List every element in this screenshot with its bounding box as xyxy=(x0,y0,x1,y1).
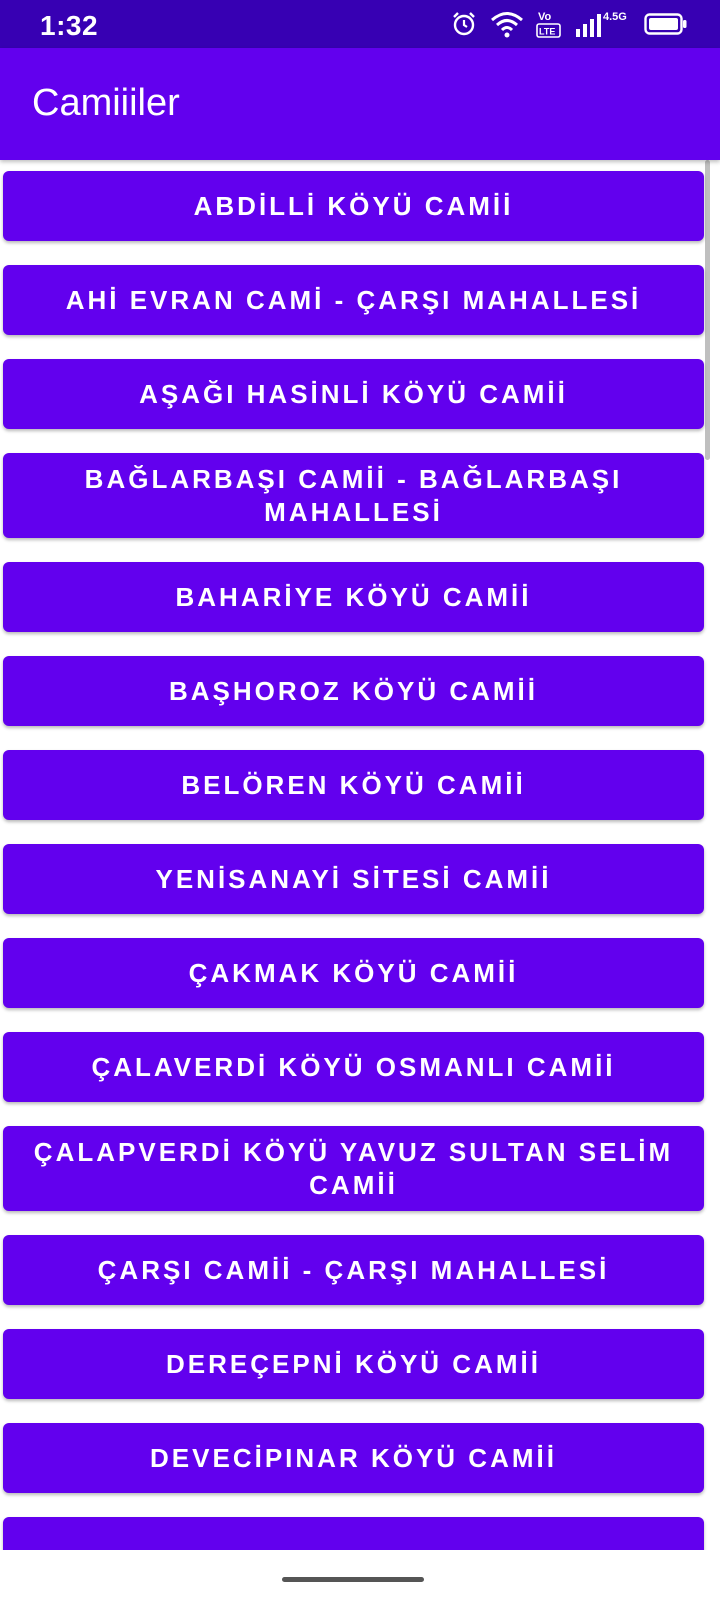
mosque-button[interactable]: YENİSANAYİ SİTESİ CAMİİ xyxy=(3,844,704,914)
svg-text:LTE: LTE xyxy=(539,27,555,37)
mosque-button-label: BAŞHOROZ KÖYÜ CAMİİ xyxy=(169,675,538,706)
mosque-button-label: ÇAKMAK KÖYÜ CAMİİ xyxy=(188,957,519,988)
mosque-button[interactable]: ABDİLLİ KÖYÜ CAMİİ xyxy=(3,171,704,241)
navigation-bar xyxy=(0,1550,720,1600)
scrollbar[interactable] xyxy=(705,160,710,460)
mosque-button[interactable]: ÇALAVERDİ KÖYÜ OSMANLI CAMİİ xyxy=(3,1032,704,1102)
mosque-button[interactable]: AŞAĞI HASİNLİ KÖYÜ CAMİİ xyxy=(3,359,704,429)
mosque-button[interactable]: DEVECİPINAR KÖYÜ CAMİİ xyxy=(3,1423,704,1493)
mosque-button-label: ÇARŞI CAMİİ - ÇARŞI MAHALLESİ xyxy=(97,1254,610,1285)
mosque-button[interactable]: ÇARŞI CAMİİ - ÇARŞI MAHALLESİ xyxy=(3,1235,704,1305)
mosque-list[interactable]: ABDİLLİ KÖYÜ CAMİİ AHİ EVRAN CAMİ - ÇARŞI… xyxy=(0,160,720,1550)
mosque-button-label: DEREÇEPNİ KÖYÜ CAMİİ xyxy=(166,1348,541,1379)
status-icons: Vo LTE 4.5G xyxy=(450,8,688,40)
status-time: 1:32 xyxy=(40,10,99,41)
mosque-button[interactable]: DEREÇEPNİ KÖYÜ CAMİİ xyxy=(3,1329,704,1399)
mosque-button-label: ÇALAPVERDİ KÖYÜ YAVUZ SULTAN SELİM CAMİİ xyxy=(33,1136,674,1200)
mosque-button[interactable]: ÇAKMAK KÖYÜ CAMİİ xyxy=(3,938,704,1008)
mosque-button-label: BAHARİYE KÖYÜ CAMİİ xyxy=(175,581,532,612)
mosque-button[interactable]: BAŞHOROZ KÖYÜ CAMİİ xyxy=(3,656,704,726)
status-bar: 1:32 Vo LTE 4.5G xyxy=(0,0,720,48)
mosque-button[interactable]: BAĞLARBAŞI CAMİİ - BAĞLARBAŞI MAHALLESİ xyxy=(3,453,704,538)
svg-text:Vo: Vo xyxy=(538,11,552,23)
home-indicator[interactable] xyxy=(282,1577,424,1582)
mosque-button-label: BAĞLARBAŞI CAMİİ - BAĞLARBAŞI MAHALLESİ xyxy=(84,463,623,527)
network-type-label: 4.5G xyxy=(603,11,627,23)
mosque-button-label: ÇALAVERDİ KÖYÜ OSMANLI CAMİİ xyxy=(91,1051,616,1082)
wifi-icon xyxy=(490,10,524,38)
app-screen: 1:32 Vo LTE 4.5G Camiiiler ABDİLLİ KÖYÜ … xyxy=(0,0,720,1600)
mosque-button-label: DEVECİPINAR KÖYÜ CAMİİ xyxy=(150,1442,557,1473)
mosque-button[interactable]: BAHARİYE KÖYÜ CAMİİ xyxy=(3,562,704,632)
battery-icon xyxy=(644,12,688,36)
mosque-button-label: ABDİLLİ KÖYÜ CAMİİ xyxy=(193,190,514,221)
mosque-button[interactable]: AHİ EVRAN CAMİ - ÇARŞI MAHALLESİ xyxy=(3,265,704,335)
mosque-button[interactable]: BELÖREN KÖYÜ CAMİİ xyxy=(3,750,704,820)
signal-icon: 4.5G xyxy=(574,9,632,39)
mosque-button-label: YENİSANAYİ SİTESİ CAMİİ xyxy=(155,863,552,894)
mosque-button-label: BELÖREN KÖYÜ CAMİİ xyxy=(181,769,526,800)
mosque-button-label: AŞAĞI HASİNLİ KÖYÜ CAMİİ xyxy=(139,378,568,409)
volte-icon: Vo LTE xyxy=(536,9,562,39)
alarm-icon xyxy=(450,10,478,38)
app-bar: Camiiiler xyxy=(0,48,720,160)
mosque-button[interactable]: ÇALAPVERDİ KÖYÜ YAVUZ SULTAN SELİM CAMİİ xyxy=(3,1126,704,1211)
page-title: Camiiiler xyxy=(32,82,180,124)
mosque-button-label: AHİ EVRAN CAMİ - ÇARŞI MAHALLESİ xyxy=(65,284,642,315)
mosque-button[interactable] xyxy=(3,1517,704,1550)
